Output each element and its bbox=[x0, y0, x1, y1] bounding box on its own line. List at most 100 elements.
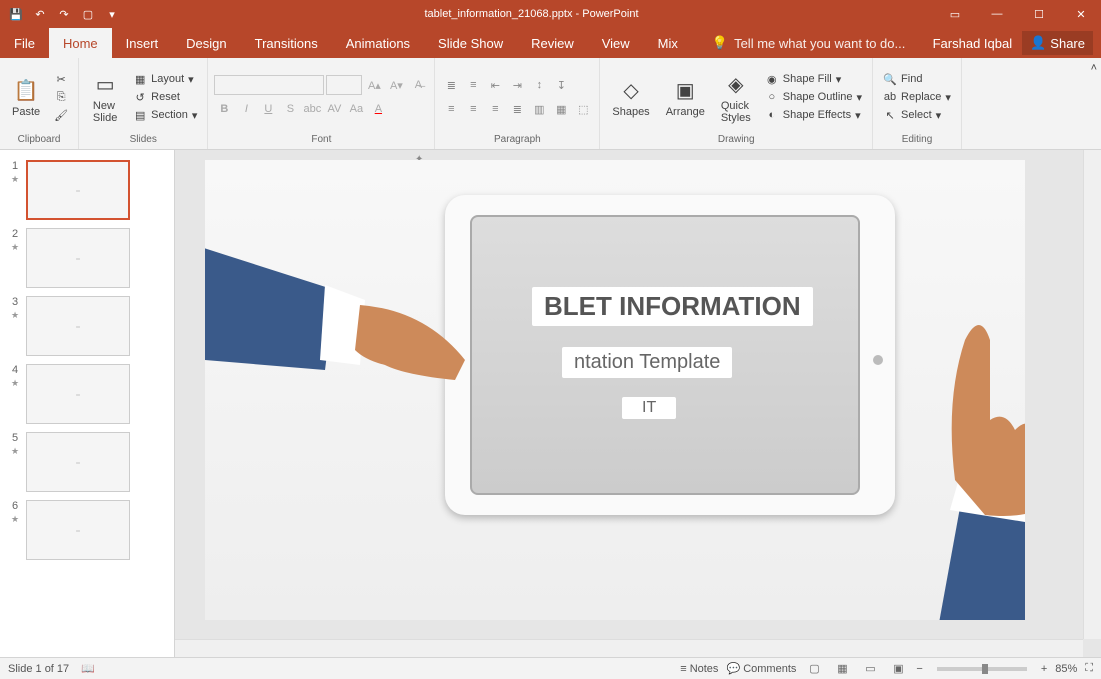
save-icon[interactable]: 💾 bbox=[8, 6, 24, 22]
slideshow-view-button[interactable]: ▣ bbox=[888, 661, 908, 677]
layout-button[interactable]: ▦Layout ▾ bbox=[129, 71, 201, 87]
shadow-button[interactable]: abc bbox=[302, 99, 322, 119]
slide-panel[interactable]: 1★▭ 2★▭ 3★▭ 4★▭ 5★▭ 6★▭ bbox=[0, 150, 175, 657]
slide-thumb[interactable]: 2★▭ bbox=[0, 224, 174, 292]
comments-button[interactable]: 💬 Comments bbox=[726, 662, 796, 675]
redo-icon[interactable]: ↷ bbox=[56, 6, 72, 22]
zoom-in-button[interactable]: + bbox=[1041, 663, 1047, 675]
qat-dropdown-icon[interactable]: ▾ bbox=[104, 6, 120, 22]
slide-thumb[interactable]: 6★▭ bbox=[0, 496, 174, 564]
tab-file[interactable]: File bbox=[0, 28, 49, 58]
grow-font-button[interactable]: A▴ bbox=[364, 75, 384, 95]
slide-thumb[interactable]: 4★▭ bbox=[0, 360, 174, 428]
horizontal-scrollbar[interactable] bbox=[175, 639, 1083, 657]
share-label: Share bbox=[1050, 36, 1085, 51]
slide-content[interactable]: BLET INFORMATION ntation Template IT bbox=[205, 160, 1025, 620]
reset-button[interactable]: ↺Reset bbox=[129, 89, 201, 105]
spell-check-icon[interactable]: 📖 bbox=[81, 662, 95, 675]
bullets-button[interactable]: ≣ bbox=[441, 75, 461, 95]
find-button[interactable]: 🔍Find bbox=[879, 71, 955, 87]
close-icon[interactable]: ✕ bbox=[1061, 0, 1101, 28]
shape-fill-button[interactable]: ◉Shape Fill ▾ bbox=[761, 71, 866, 87]
smartart-button[interactable]: ⬚ bbox=[573, 99, 593, 119]
text-direction-button[interactable]: ↧ bbox=[551, 75, 571, 95]
columns-button[interactable]: ▥ bbox=[529, 99, 549, 119]
indent-right-button[interactable]: ⇥ bbox=[507, 75, 527, 95]
replace-button[interactable]: abReplace ▾ bbox=[879, 89, 955, 105]
animation-star-icon: ★ bbox=[11, 174, 19, 185]
spacing-button[interactable]: AV bbox=[324, 99, 344, 119]
indent-left-button[interactable]: ⇤ bbox=[485, 75, 505, 95]
tab-mix[interactable]: Mix bbox=[644, 28, 692, 58]
paste-button[interactable]: 📋 Paste bbox=[6, 62, 46, 132]
share-button[interactable]: 👤 Share bbox=[1022, 31, 1093, 55]
italic-button[interactable]: I bbox=[236, 99, 256, 119]
shape-effects-button[interactable]: ◐Shape Effects ▾ bbox=[761, 107, 866, 123]
tab-slideshow[interactable]: Slide Show bbox=[424, 28, 517, 58]
tab-animations[interactable]: Animations bbox=[332, 28, 424, 58]
outline-icon: ○ bbox=[765, 90, 779, 104]
pointing-hand-graphic[interactable] bbox=[205, 210, 465, 410]
font-family-dropdown[interactable] bbox=[214, 75, 324, 95]
case-button[interactable]: Aa bbox=[346, 99, 366, 119]
slide-subtitle[interactable]: ntation Template bbox=[562, 347, 732, 378]
shape-outline-button[interactable]: ○Shape Outline ▾ bbox=[761, 89, 866, 105]
tab-review[interactable]: Review bbox=[517, 28, 588, 58]
slide-thumb[interactable]: 1★▭ bbox=[0, 156, 174, 224]
slide-thumb[interactable]: 5★▭ bbox=[0, 428, 174, 496]
zoom-level[interactable]: 85% bbox=[1055, 663, 1077, 675]
bold-button[interactable]: B bbox=[214, 99, 234, 119]
justify-button[interactable]: ≣ bbox=[507, 99, 527, 119]
tell-me-search[interactable]: 💡 Tell me what you want to do... bbox=[692, 35, 933, 51]
copy-button[interactable]: ⎘ bbox=[50, 89, 72, 105]
font-color-button[interactable]: A bbox=[368, 99, 388, 119]
shrink-font-button[interactable]: A▾ bbox=[386, 75, 406, 95]
new-slide-button[interactable]: ▭ New Slide bbox=[85, 62, 125, 132]
quick-styles-button[interactable]: ◈Quick Styles bbox=[715, 62, 757, 132]
vertical-scrollbar[interactable] bbox=[1083, 150, 1101, 639]
align-center-button[interactable]: ≡ bbox=[463, 99, 483, 119]
tab-transitions[interactable]: Transitions bbox=[241, 28, 332, 58]
holding-hand-graphic[interactable] bbox=[805, 300, 1025, 620]
slide-canvas[interactable]: ✦ BLET INFORMATION ntation Template IT bbox=[175, 150, 1101, 657]
minimize-icon[interactable]: — bbox=[977, 0, 1017, 28]
tab-view[interactable]: View bbox=[588, 28, 644, 58]
clipboard-label: Clipboard bbox=[6, 132, 72, 145]
slide-title[interactable]: BLET INFORMATION bbox=[532, 287, 813, 326]
notes-button[interactable]: ≡ Notes bbox=[680, 663, 718, 675]
slide-counter[interactable]: Slide 1 of 17 bbox=[8, 663, 69, 675]
align-text-button[interactable]: ▦ bbox=[551, 99, 571, 119]
font-size-dropdown[interactable] bbox=[326, 75, 362, 95]
user-name[interactable]: Farshad Iqbal bbox=[933, 36, 1013, 51]
zoom-slider[interactable] bbox=[937, 667, 1027, 671]
cut-button[interactable]: ✂ bbox=[50, 71, 72, 87]
start-slideshow-icon[interactable]: ▢ bbox=[80, 6, 96, 22]
fit-to-window-button[interactable]: ⛶ bbox=[1085, 662, 1093, 675]
line-spacing-button[interactable]: ↕ bbox=[529, 75, 549, 95]
slide-thumb[interactable]: 3★▭ bbox=[0, 292, 174, 360]
tab-insert[interactable]: Insert bbox=[112, 28, 173, 58]
underline-button[interactable]: U bbox=[258, 99, 278, 119]
tab-home[interactable]: Home bbox=[49, 28, 112, 58]
shapes-button[interactable]: ◇Shapes bbox=[606, 62, 655, 132]
collapse-ribbon-button[interactable]: ˄ bbox=[1087, 58, 1101, 149]
align-left-button[interactable]: ≡ bbox=[441, 99, 461, 119]
sorter-view-button[interactable]: ▦ bbox=[832, 661, 852, 677]
format-painter-button[interactable]: 🖌 bbox=[50, 107, 72, 123]
strike-button[interactable]: S bbox=[280, 99, 300, 119]
reading-view-button[interactable]: ▭ bbox=[860, 661, 880, 677]
slide-button-text[interactable]: IT bbox=[622, 397, 676, 419]
normal-view-button[interactable]: ▢ bbox=[804, 661, 824, 677]
brush-icon: 🖌 bbox=[54, 108, 68, 122]
align-right-button[interactable]: ≡ bbox=[485, 99, 505, 119]
tab-design[interactable]: Design bbox=[172, 28, 240, 58]
numbering-button[interactable]: ≡ bbox=[463, 75, 483, 95]
zoom-out-button[interactable]: − bbox=[916, 663, 922, 675]
select-button[interactable]: ↖Select ▾ bbox=[879, 107, 955, 123]
maximize-icon[interactable]: ☐ bbox=[1019, 0, 1059, 28]
arrange-button[interactable]: ▣Arrange bbox=[660, 62, 711, 132]
undo-icon[interactable]: ↶ bbox=[32, 6, 48, 22]
section-button[interactable]: ▤Section ▾ bbox=[129, 107, 201, 123]
clear-format-button[interactable]: A̶ bbox=[408, 75, 428, 95]
ribbon-options-icon[interactable]: ▭ bbox=[935, 0, 975, 28]
